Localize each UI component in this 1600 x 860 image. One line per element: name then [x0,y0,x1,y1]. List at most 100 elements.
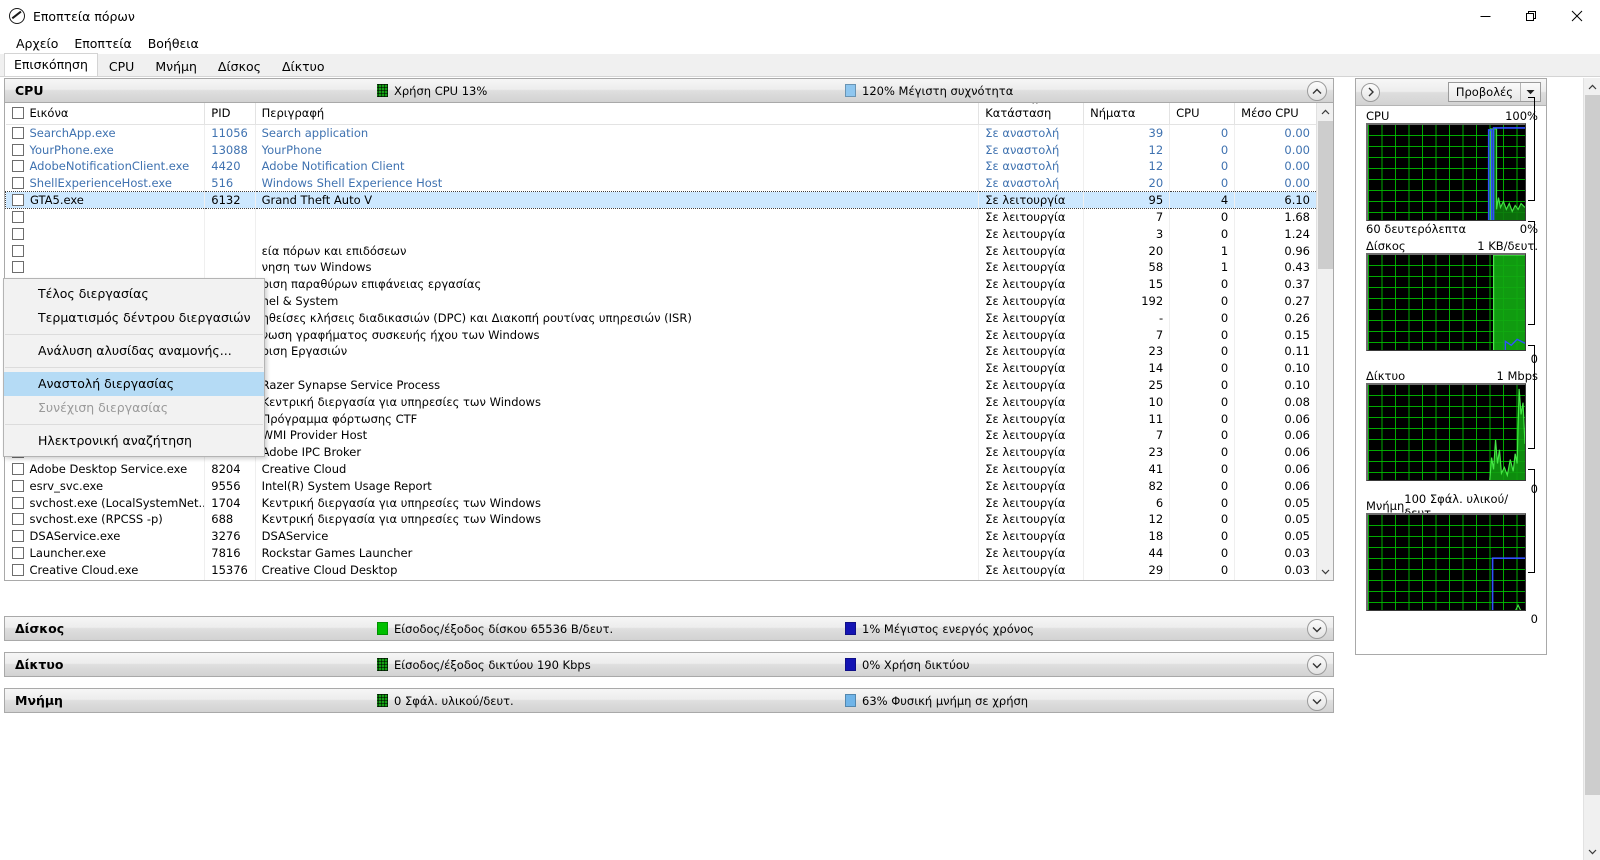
col-header-threads[interactable]: Νήματα [1084,103,1170,125]
section-header-network[interactable]: Δίκτυο Είσοδος/έξοδος δικτύου 190 Kbps 0… [4,652,1334,677]
row-checkbox[interactable] [12,194,24,206]
cell-description: WMI Provider Host [255,427,979,444]
table-row[interactable]: Σε λειτουργία301.24 [6,225,1317,242]
menu-file[interactable]: Αρχείο [8,34,66,53]
tab-network[interactable]: Δίκτυο [272,55,335,76]
cell-cpu: 0 [1170,377,1235,394]
col-header-image[interactable]: Εικόνα [6,103,205,125]
row-checkbox[interactable] [12,177,24,189]
menu-item-end-process-tree[interactable]: Τερματισμός δέντρου διεργασιών [4,306,264,330]
row-checkbox[interactable] [12,497,24,509]
table-row[interactable]: Adobe Desktop Service.exe8204Creative Cl… [6,461,1317,478]
green-swatch-icon [377,84,388,97]
tab-memory[interactable]: Μνήμη [145,55,207,76]
row-checkbox[interactable] [12,127,24,139]
table-row[interactable]: YourPhone.exe13088YourPhoneΣε αναστολή12… [6,141,1317,158]
process-table-scrollbar[interactable] [1316,103,1333,580]
collapse-cpu-button[interactable] [1307,81,1327,101]
tab-overview[interactable]: Επισκόπηση [4,53,98,76]
row-checkbox[interactable] [12,144,24,156]
cell-status: Σε λειτουργία [979,377,1084,394]
cell-cpu: 0 [1170,528,1235,545]
row-checkbox[interactable] [12,463,24,475]
table-row[interactable]: Launcher.exe7816Rockstar Games LauncherΣ… [6,545,1317,562]
section-header-memory[interactable]: Μνήμη 0 Σφάλ. υλικού/δευτ. 63% Φυσική μν… [4,688,1334,713]
window-scrollbar[interactable] [1583,78,1600,860]
cell-image [6,259,205,276]
cell-image: node.exe [6,578,205,581]
scroll-thumb[interactable] [1318,121,1333,269]
expand-memory-button[interactable] [1307,691,1327,711]
row-checkbox[interactable] [12,513,24,525]
scroll-down-icon[interactable] [1317,563,1334,580]
scroll-thumb[interactable] [1585,95,1600,795]
cell-avg-cpu: 0.06 [1235,444,1317,461]
col-header-pid[interactable]: PID [205,103,255,125]
cell-image: svchost.exe (RPCSS -p) [6,511,205,528]
table-row[interactable]: esrv_svc.exe9556Intel(R) System Usage Re… [6,477,1317,494]
cell-cpu: 1 [1170,242,1235,259]
row-checkbox[interactable] [12,261,24,273]
row-checkbox[interactable] [12,547,24,559]
row-checkbox[interactable] [12,564,24,576]
scroll-up-icon[interactable] [1584,78,1600,95]
col-header-cpu[interactable]: CPU [1170,103,1235,125]
row-checkbox[interactable] [12,480,24,492]
table-row[interactable]: svchost.exe (RPCSS -p)688Κεντρική διεργα… [6,511,1317,528]
menu-item-analyze-wait-chain[interactable]: Ανάλυση αλυσίδας αναμονής... [4,339,264,363]
scroll-down-icon[interactable] [1584,843,1600,860]
menu-item-end-process[interactable]: Τέλος διεργασίας [4,282,264,306]
col-header-status[interactable]: ^ Κατάσταση [979,103,1084,125]
row-checkbox[interactable] [12,160,24,172]
table-row[interactable]: εία πόρων και επιδόσεωνΣε λειτουργία2010… [6,242,1317,259]
section-title-memory: Μνήμη [15,693,375,708]
menu-help[interactable]: Βοήθεια [140,34,207,53]
table-row[interactable]: GTA5.exe6132Grand Theft Auto VΣε λειτουρ… [6,192,1317,209]
scroll-up-icon[interactable] [1317,103,1333,120]
table-row[interactable]: ShellExperienceHost.exe516Windows Shell … [6,175,1317,192]
section-header-disk[interactable]: Δίσκος Είσοδος/έξοδος δίσκου 65536 B/δευ… [4,616,1334,641]
disk-active-time-stat: 1% Μέγιστος ενεργός χρόνος [845,622,1034,636]
expand-network-button[interactable] [1307,655,1327,675]
table-row[interactable]: νηση των WindowsΣε λειτουργία5810.43 [6,259,1317,276]
table-row[interactable]: SearchApp.exe11056Search applicationΣε α… [6,125,1317,142]
table-row[interactable]: Σε λειτουργία701.68 [6,209,1317,226]
graph-disk-footer: 0 [1366,351,1538,366]
menu-item-suspend-process[interactable]: Αναστολή διεργασίας [4,372,264,396]
section-header-cpu[interactable]: CPU Χρήση CPU 13% 120% Μέγιστη συχνότητα [4,78,1334,103]
minimize-button[interactable] [1462,0,1508,32]
cell-cpu: 0 [1170,141,1235,158]
table-row[interactable]: DSAService.exe3276DSAServiceΣε λειτουργί… [6,528,1317,545]
menu-item-resume-process: Συνέχιση διεργασίας [4,396,264,420]
cell-description: Windows Shell Experience Host [255,175,979,192]
tab-cpu[interactable]: CPU [99,55,144,76]
table-row[interactable]: Creative Cloud.exe15376Creative Cloud De… [6,561,1317,578]
memory-faults-stat: 0 Σφάλ. υλικού/δευτ. [377,694,514,708]
graph-network-plot [1368,385,1525,481]
menu-monitor[interactable]: Εποπτεία [66,34,139,53]
cell-status: Σε λειτουργία [979,578,1084,581]
cell-threads: 20 [1084,175,1170,192]
maximize-button[interactable] [1508,0,1554,32]
col-header-description[interactable]: Περιγραφή [255,103,979,125]
tab-disk[interactable]: Δίσκος [208,55,271,76]
cell-description: DSAService [255,528,979,545]
close-button[interactable] [1554,0,1600,32]
row-checkbox[interactable] [12,211,24,223]
cell-description: Search application [255,125,979,142]
row-checkbox[interactable] [12,245,24,257]
row-checkbox[interactable] [12,530,24,542]
process-context-menu[interactable]: Τέλος διεργασίας Τερματισμός δέντρου διε… [3,278,265,457]
cell-description: Κεντρική διεργασία για υπηρεσίες των Win… [255,393,979,410]
table-row[interactable]: svchost.exe (LocalSystemNet...1704Κεντρι… [6,494,1317,511]
menu-item-search-online[interactable]: Ηλεκτρονική αναζήτηση [4,429,264,453]
table-row[interactable]: AdobeNotificationClient.exe4420Adobe Not… [6,158,1317,175]
cell-description: ριση Εργασιών [255,343,979,360]
cell-threads: 29 [1084,561,1170,578]
chevron-right-icon[interactable] [1361,83,1380,102]
select-all-checkbox[interactable] [12,107,24,119]
table-row[interactable]: node.exe6920Node.js: Server-side JavaScr… [6,578,1317,581]
col-header-avg-cpu[interactable]: Μέσο CPU [1235,103,1317,125]
row-checkbox[interactable] [12,228,24,240]
expand-disk-button[interactable] [1307,619,1327,639]
